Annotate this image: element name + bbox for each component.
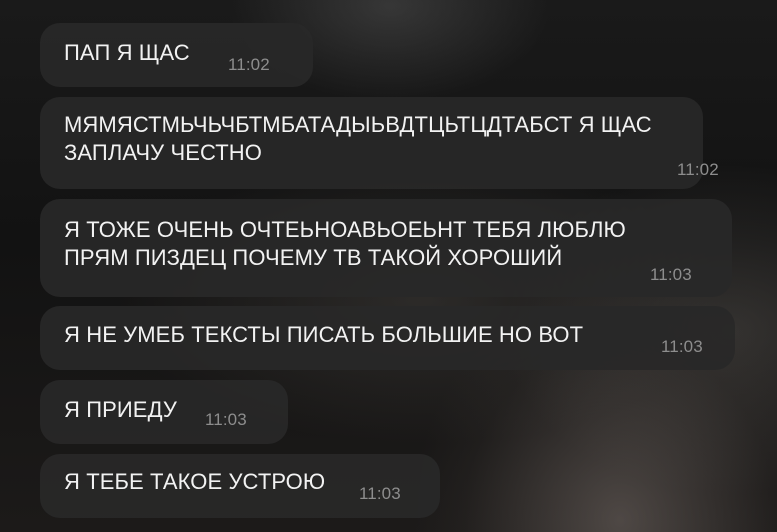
message-time: 11:02	[228, 55, 270, 74]
message-bubble[interactable]: Я НЕ УМЕБ ТЕКСТЫ ПИСАТЬ БОЛЬШИЕ НО ВОТ 1…	[40, 306, 735, 370]
message-time: 11:02	[677, 160, 719, 179]
message-bubble[interactable]: Я ПРИЕДУ 11:03	[40, 380, 288, 444]
message-bubble[interactable]: ПАП Я ЩАС 11:02	[40, 23, 313, 87]
message-time: 11:03	[661, 337, 703, 356]
message-time: 11:03	[650, 265, 692, 284]
message-bubble[interactable]: МЯМЯСТМЬЧЬЧБТМБАТАДЫЬВДТЦЬТЦДТАБСТ Я ЩАС…	[40, 97, 719, 189]
message-time: 11:03	[359, 484, 401, 503]
message-list[interactable]: ПАП Я ЩАС 11:02 МЯМЯСТМЬЧЬЧБТМБАТАДЫЬВДТ…	[0, 0, 777, 532]
message-text: Я ПРИЕДУ	[64, 397, 177, 422]
message-bubble[interactable]: Я ТОЖЕ ОЧЕНЬ ОЧТЕЬНОАВЬОЕЬНТ ТЕБЯ ЛЮБЛЮ …	[40, 199, 732, 297]
message-text: ПАП Я ЩАС	[64, 40, 190, 65]
message-time: 11:03	[205, 410, 247, 429]
message-text: Я НЕ УМЕБ ТЕКСТЫ ПИСАТЬ БОЛЬШИЕ НО ВОТ	[64, 322, 584, 347]
message-text: Я ТЕБЕ ТАКОЕ УСТРОЮ	[64, 469, 326, 494]
message-text: Я ТОЖЕ ОЧЕНЬ ОЧТЕЬНОАВЬОЕЬНТ ТЕБЯ ЛЮБЛЮ …	[64, 217, 626, 270]
message-bubble[interactable]: Я ТЕБЕ ТАКОЕ УСТРОЮ 11:03	[40, 454, 440, 518]
message-text: МЯМЯСТМЬЧЬЧБТМБАТАДЫЬВДТЦЬТЦДТАБСТ Я ЩАС…	[64, 112, 652, 165]
